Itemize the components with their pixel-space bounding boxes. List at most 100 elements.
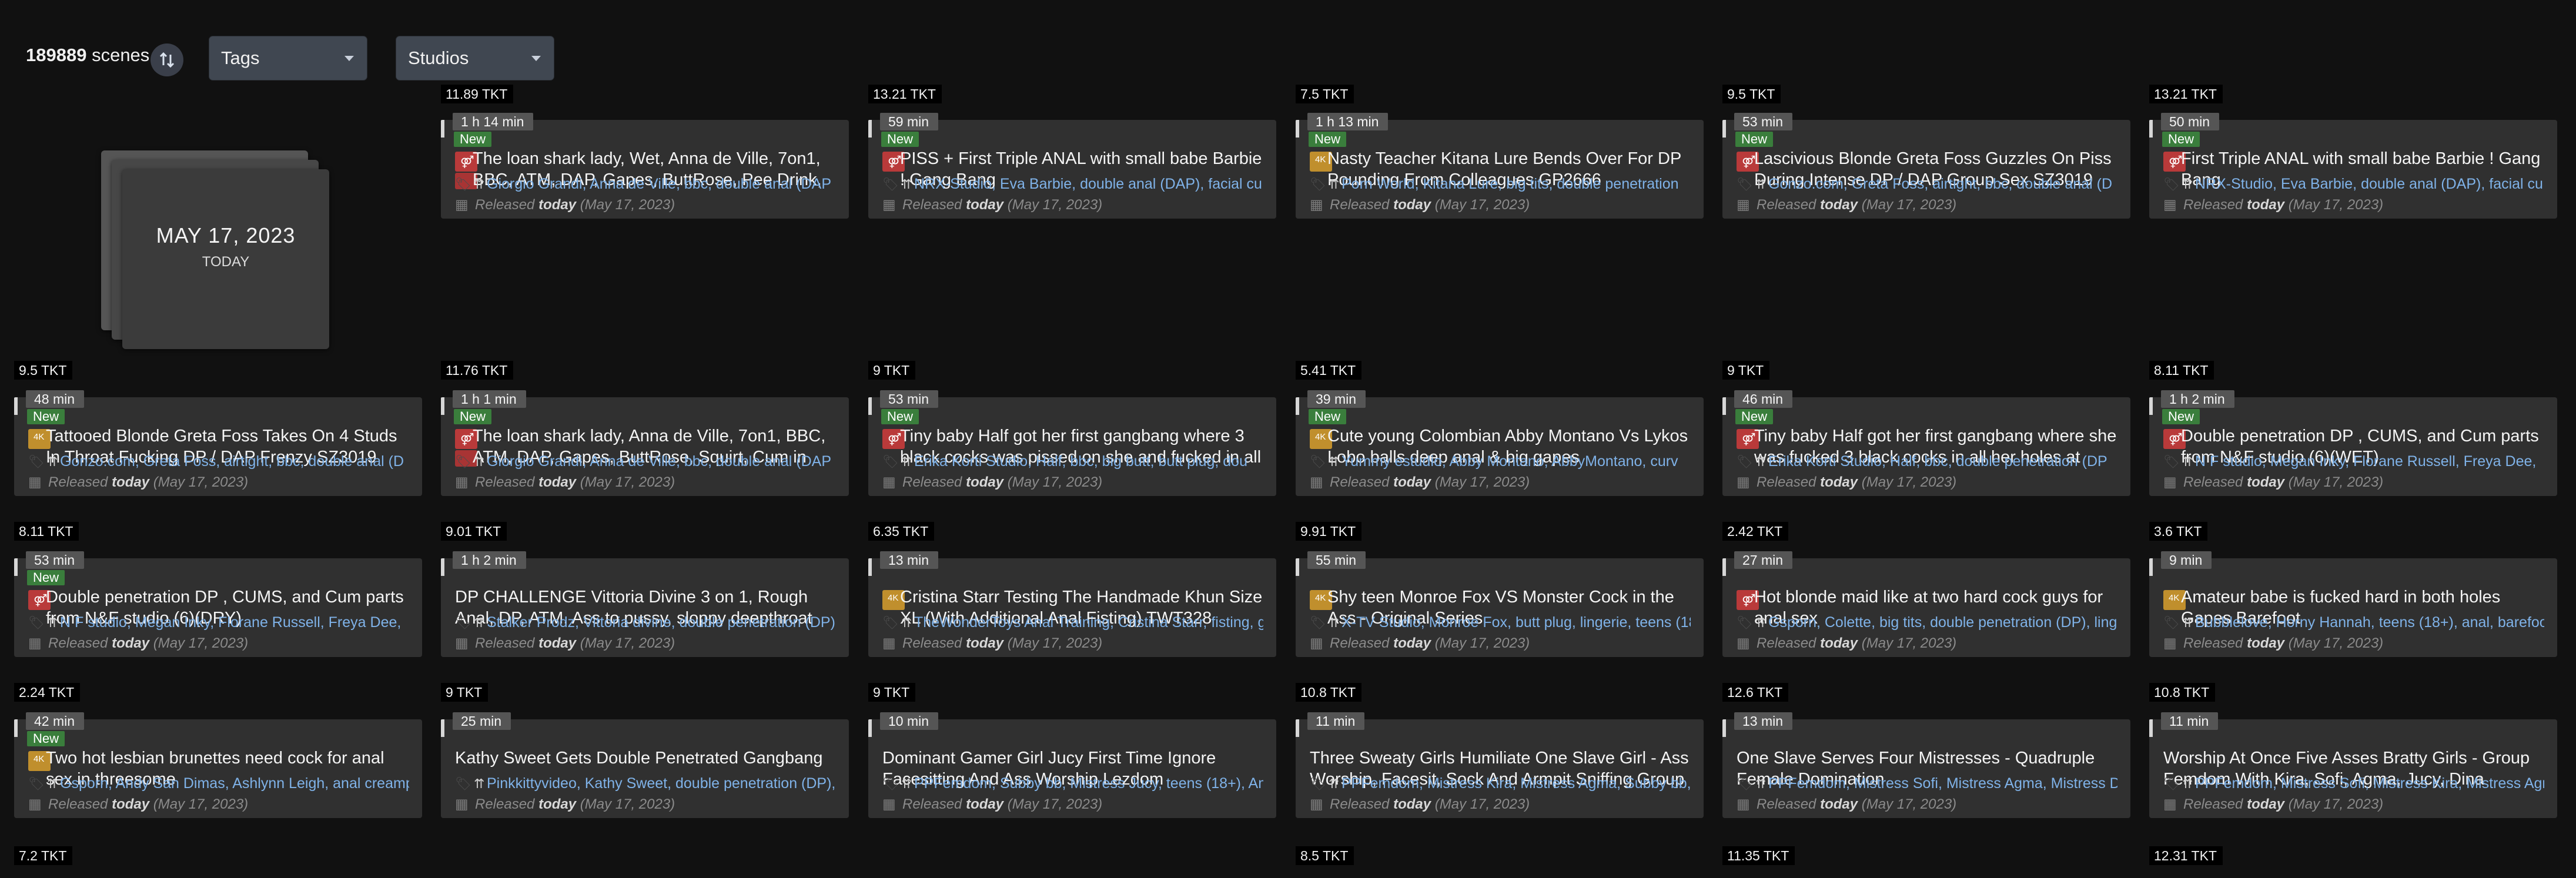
tag-list[interactable]: PPFemdom, Mistress Sofi, Mistress Agma, …	[1768, 775, 2117, 792]
calendar-icon: ▦	[882, 796, 896, 812]
tag-list[interactable]: TheWonderToys Anal Training, Cristina St…	[914, 614, 1263, 631]
tag-list[interactable]: PPFemdom, Mistress Sofi, Mistress Kira, …	[2195, 775, 2544, 792]
release-date-value: (May 17, 2023)	[1003, 635, 1103, 651]
card-accent-bar	[14, 558, 18, 576]
price-badge: 9.5 TKT	[14, 361, 73, 380]
tag-list[interactable]: PPFemdom, Subby bb, Mistress Jucy, teens…	[914, 775, 1263, 792]
price-badge: 10.8 TKT	[2149, 683, 2216, 702]
scene-card[interactable]: 50 min New ⚤ First Triple ANAL with small b…	[2149, 113, 2557, 219]
scene-card[interactable]: 53 min New ⚤ Tiny baby Half got her first g…	[868, 390, 1276, 496]
price-badge: 9 TKT	[868, 361, 916, 380]
release-date: ▦ Released today (May 17, 2023)	[1310, 196, 1530, 213]
scene-card[interactable]: 27 min ⚤ Hot blonde maid like at two hard …	[1722, 551, 2130, 657]
scene-card[interactable]: 13 min One Slave Serves Four Mistresses -…	[1722, 712, 2130, 818]
release-date: ▦ Released today (May 17, 2023)	[882, 196, 1102, 213]
calendar-icon: ▦	[1737, 796, 1750, 812]
scene-card[interactable]: 11 min Three Sweaty Girls Humiliate One S…	[1296, 712, 1704, 818]
card-accent-bar	[868, 719, 872, 737]
tag-list[interactable]: Stalker Prodz, Vittoria divine, double p…	[487, 614, 836, 631]
calendar-icon: ▦	[1310, 635, 1323, 651]
new-badge: New	[1309, 132, 1347, 147]
scene-card[interactable]: 1 h 13 min New 4K Nasty Teacher Kitana Lure…	[1296, 113, 1704, 219]
tag-list[interactable]: PPFemdom, Mistress Kira, Mistress Agma, …	[1341, 775, 1691, 792]
duration-badge: 42 min	[26, 712, 85, 730]
scene-card[interactable]: 39 min New 4K Cute young Colombian Abby Mon…	[1296, 390, 1704, 496]
scene-card[interactable]: 46 min New ⚤ Tiny baby Half got her first g…	[1722, 390, 2130, 496]
tag-list[interactable]: Erika Korti Studio, Half, bbc, big butt,…	[914, 453, 1247, 470]
price-badge: 9.91 TKT	[1296, 522, 1362, 541]
scene-card[interactable]: 1 h 2 min DP CHALLENGE Vittoria Divine 3 …	[441, 551, 849, 657]
studio-icon: ⇈	[474, 454, 485, 469]
sort-toggle-button[interactable]	[150, 43, 183, 76]
scene-card[interactable]: 11 min Worship At Once Five Asses Bratty …	[2149, 712, 2557, 818]
tag-list[interactable]: Gsporn, Andy San Dimas, Ashlynn Leigh, a…	[60, 775, 409, 792]
calendar-icon: ▦	[28, 474, 42, 490]
release-prefix: Released	[1330, 474, 1394, 490]
card-accent-bar	[1722, 558, 1726, 576]
tag-list[interactable]: Porn World, Kitana Lure, big tits, doubl…	[1341, 176, 1679, 192]
card-accent-bar	[1296, 397, 1299, 415]
tag-list[interactable]: Bubblelove, Horny Hannah, teens (18+), a…	[2195, 614, 2544, 631]
tag-list[interactable]: Gonzo.com, Greta Foss, airtight, bbc, do…	[60, 453, 404, 470]
scene-card[interactable]: 1 h 2 min New ⚤ Double penetration DP , CUM…	[2149, 390, 2557, 496]
release-today: today	[2247, 197, 2285, 213]
studio-icon: ⇈	[1755, 177, 1767, 192]
scene-card[interactable]: 59 min New ⚤ PISS + First Triple ANAL with …	[868, 113, 1276, 219]
release-prefix: Released	[902, 474, 966, 490]
scene-card[interactable]: 1 h 14 min New ⚤ The loan shark lady, Wet, …	[441, 113, 849, 219]
release-date: ▦ Released today (May 17, 2023)	[1737, 796, 1956, 813]
category-glyph-icon: ⚤	[34, 594, 48, 607]
release-date-value: (May 17, 2023)	[149, 474, 249, 490]
tag-list[interactable]: Gsporn, Colette, big tits, double penetr…	[1768, 614, 2117, 631]
release-date-value: (May 17, 2023)	[576, 796, 675, 812]
release-today: today	[1393, 474, 1431, 490]
duration-badge: 1 h 2 min	[2161, 390, 2234, 408]
tag-list[interactable]: N F studio, Megan Inky, Florane Russell,…	[2195, 453, 2536, 470]
release-date: ▦ Released today (May 17, 2023)	[882, 796, 1102, 813]
tag-line: 🏷 ⇈ X-TV Studio, Monroe Fox, butt plug, li…	[1310, 612, 1691, 632]
scene-card[interactable]: 10 min Dominant Gamer Girl Jucy First Tim…	[868, 712, 1276, 818]
scene-title[interactable]: Kathy Sweet Gets Double Penetrated Gangb…	[455, 748, 837, 769]
tag-list[interactable]: NRX-Studio, Eva Barbie, double anal (DAP…	[2195, 176, 2543, 192]
scene-card[interactable]: 1 h 1 min New ⚤ The loan shark lady, Anna d…	[441, 390, 849, 496]
studio-icon: ⇈	[474, 177, 485, 192]
scene-card[interactable]: 48 min New 4K Tattooed Blonde Greta Foss Ta…	[14, 390, 422, 496]
duration-badge: 48 min	[26, 390, 85, 408]
scene-card[interactable]: 13 min 4K Cristina Starr Testing The Handm…	[868, 551, 1276, 657]
category-glyph-icon: 4K	[1315, 155, 1326, 165]
duration-badge: 1 h 1 min	[453, 390, 526, 408]
release-date: ▦ Released today (May 17, 2023)	[455, 196, 675, 213]
scene-card[interactable]: 53 min New ⚤ Double penetration DP , CUMS, …	[14, 551, 422, 657]
scene-card[interactable]: 55 min 4K Shy teen Monroe Fox VS Monster C…	[1296, 551, 1704, 657]
new-badge: New	[881, 132, 919, 147]
tag-list[interactable]: Yummy estudio, Abby Montano, AbbyMontano…	[1341, 453, 1678, 470]
tag-list[interactable]: NRX-Studio, Eva Barbie, double anal (DAP…	[914, 176, 1262, 192]
new-badge: New	[881, 409, 919, 424]
duration-badge: 1 h 14 min	[453, 113, 534, 130]
tag-list[interactable]: Giorgio Grandi, Anna de Ville, bbc, doub…	[487, 453, 831, 470]
tag-list[interactable]: X-TV Studio, Monroe Fox, butt plug, ling…	[1341, 614, 1691, 631]
tag-list[interactable]: Giorgio Grandi, Anna de Ville, bbc, doub…	[487, 176, 831, 192]
release-prefix: Released	[902, 796, 966, 812]
price-badge: 5.41 TKT	[1296, 361, 1362, 380]
scene-card[interactable]: 9 min 4K Amateur babe is fucked hard in bo…	[2149, 551, 2557, 657]
release-today: today	[112, 635, 150, 651]
price-badge: 13.21 TKT	[868, 85, 942, 103]
tag-list[interactable]: Gonzo.com, Greta Foss, airtight, bbc, do…	[1768, 176, 2112, 192]
category-glyph-icon: ⚤	[888, 433, 902, 446]
tag-list[interactable]: Pinkkittyvideo, Kathy Sweet, double pene…	[487, 775, 835, 792]
scene-card[interactable]: 53 min New ⚤ Lascivious Blonde Greta Foss G…	[1722, 113, 2130, 219]
tags-filter-dropdown[interactable]: Tags	[209, 36, 367, 80]
studios-filter-dropdown[interactable]: Studios	[396, 36, 554, 80]
release-prefix: Released	[1757, 635, 1821, 651]
calendar-icon: ▦	[28, 796, 42, 812]
release-date: ▦ Released today (May 17, 2023)	[1310, 635, 1530, 652]
scene-card[interactable]: 42 min New 4K Two hot lesbian brunettes nee…	[14, 712, 422, 818]
scene-card[interactable]: 25 min Kathy Sweet Gets Double Penetrated…	[441, 712, 849, 818]
tag-list[interactable]: Erika Korti Studio, Half, bbc, double pe…	[1768, 453, 2107, 470]
tag-line: 🏷 ⇈ PPFemdom, Mistress Sofi, Mistress Agma…	[1737, 773, 2117, 793]
tag-list[interactable]: N F studio, Megan Inky, Florane Russell,…	[60, 614, 401, 631]
release-today: today	[1820, 796, 1858, 812]
category-glyph-icon: 4K	[888, 593, 899, 603]
calendar-icon: ▦	[1310, 197, 1323, 213]
